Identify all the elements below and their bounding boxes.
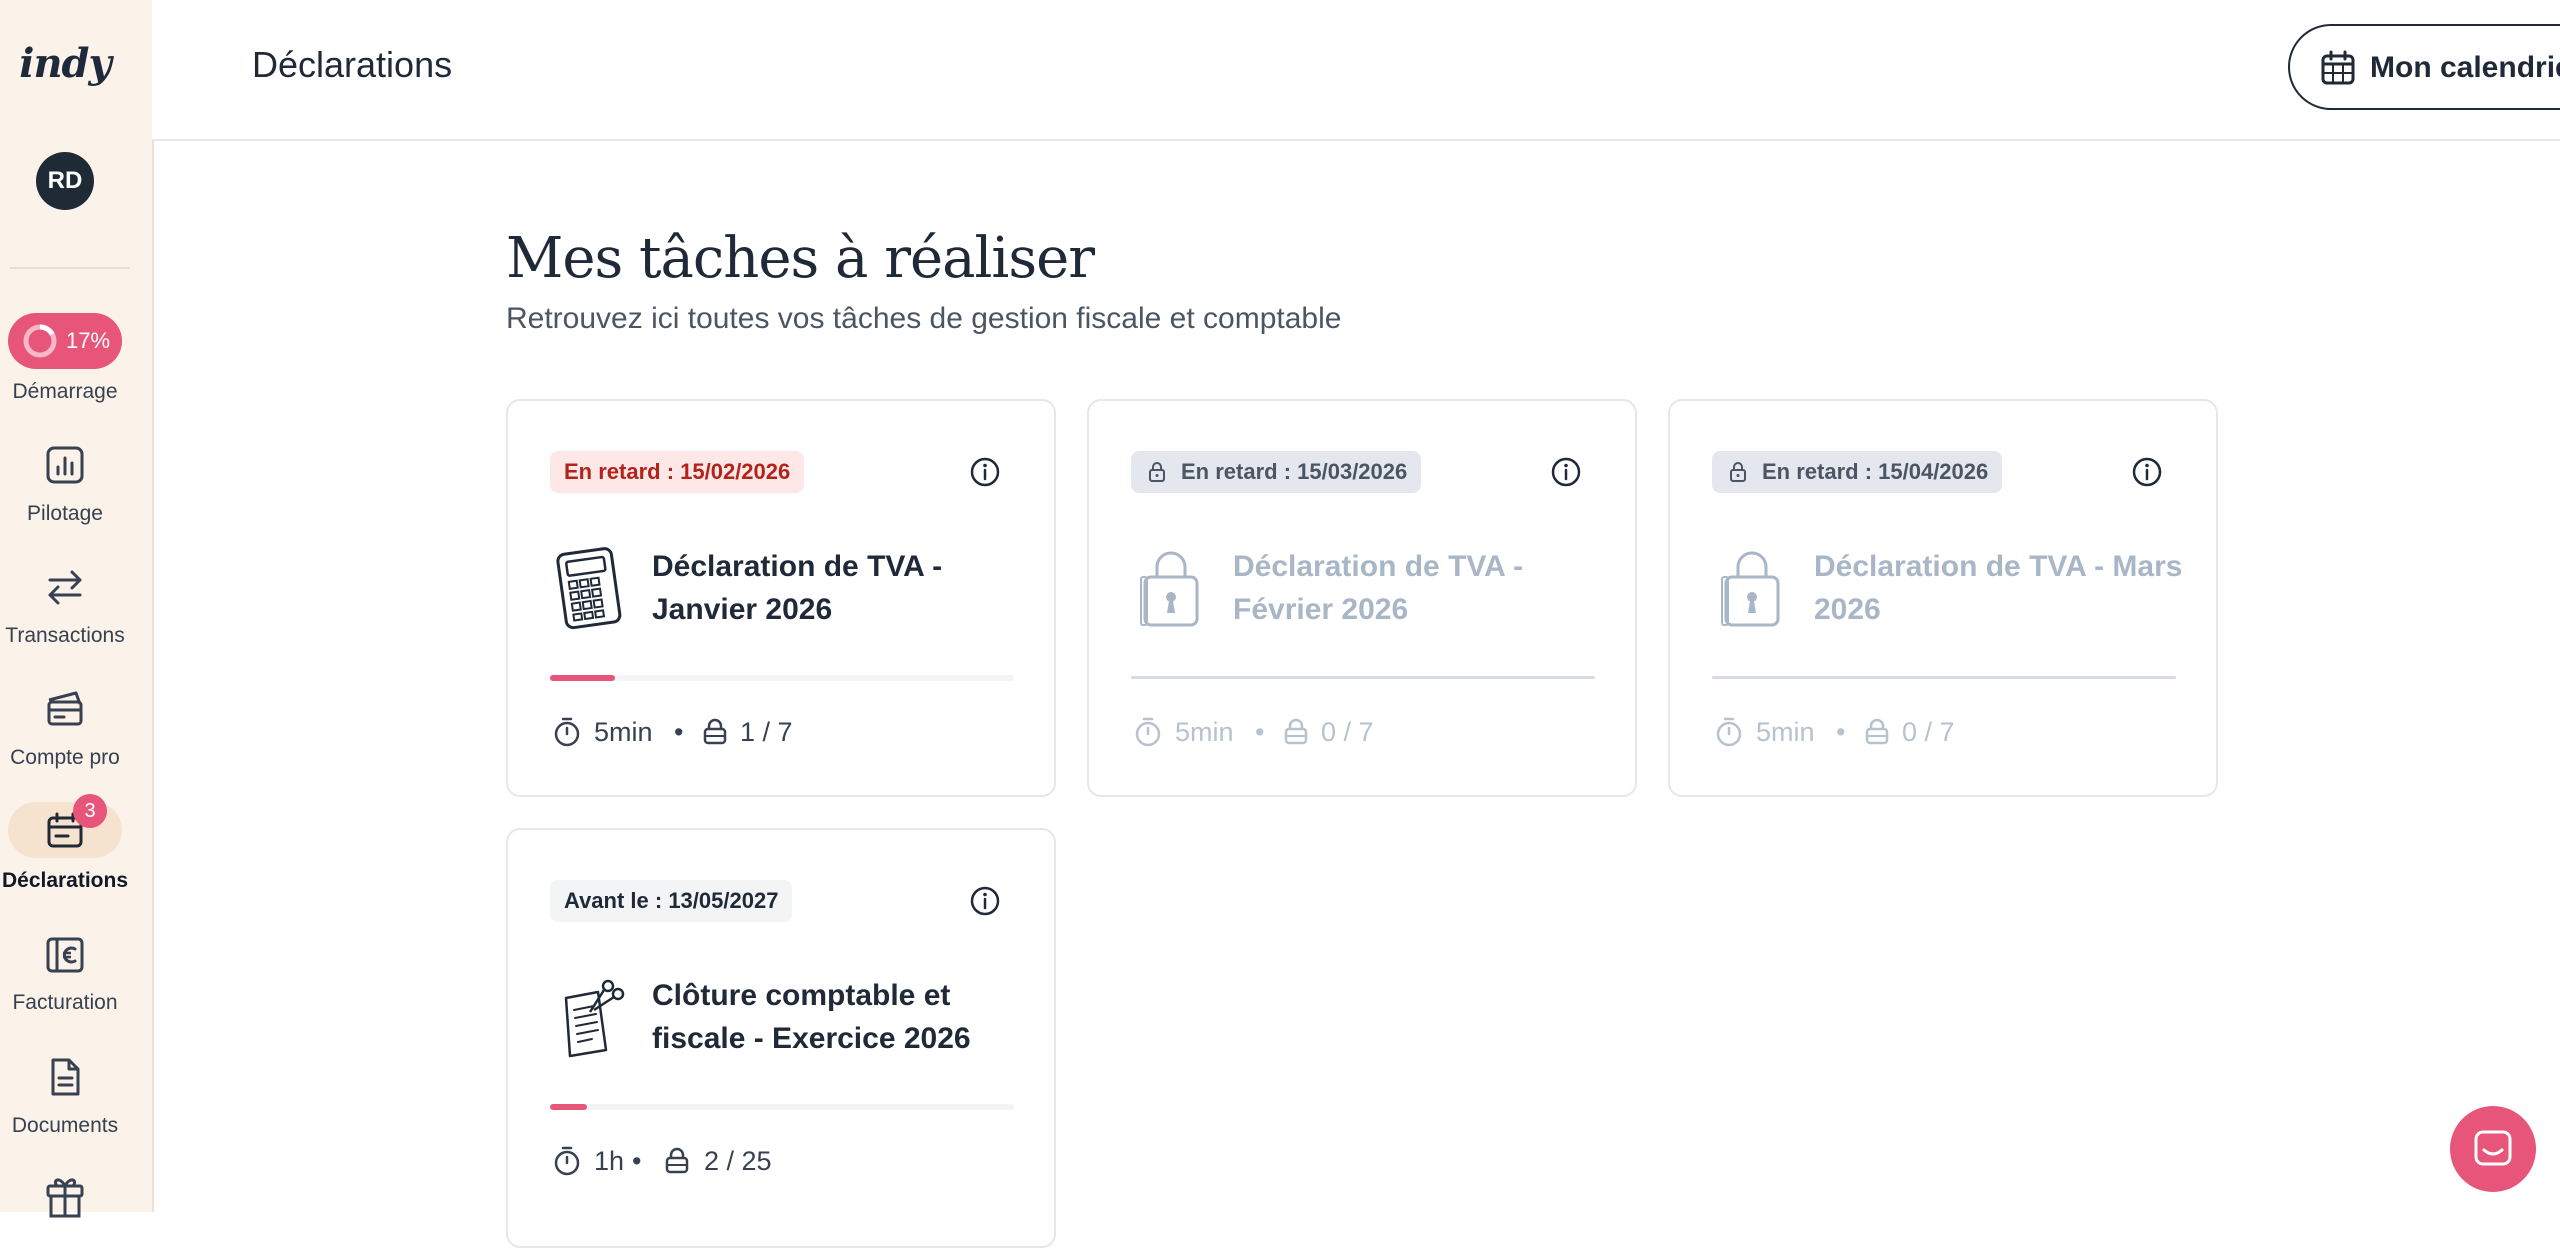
- lock-icon: [1149, 462, 1165, 482]
- euro-doc-icon[interactable]: [40, 930, 90, 980]
- task-title: Déclaration de TVA - Mars 2026: [1814, 550, 2183, 626]
- task-progress-bar: [550, 675, 1014, 681]
- task-progress-fill: [550, 1104, 588, 1110]
- gift-icon[interactable]: [40, 1172, 90, 1222]
- due-date-label: En retard : 15/03/2026: [1181, 459, 1408, 484]
- task-steps: 1 / 7: [740, 717, 793, 747]
- swap-arrows-icon[interactable]: [40, 562, 90, 612]
- task-duration: 5min: [1175, 717, 1234, 747]
- due-date-tag: Avant le : 13/05/2027: [550, 880, 793, 922]
- lock-icon: [703, 718, 727, 745]
- task-steps: 0 / 7: [1902, 717, 1955, 747]
- task-card-cloture[interactable]: Avant le : 13/05/2027 Clôture comptable …: [506, 828, 1056, 1248]
- lock-icon: [1865, 718, 1889, 745]
- sidebar-item-compte-pro[interactable]: Compte pro: [0, 746, 130, 770]
- due-date-tag: En retard : 15/03/2026: [1131, 451, 1422, 493]
- task-duration: 5min: [1756, 717, 1815, 747]
- chat-icon: [2474, 1130, 2512, 1166]
- sidebar-item-pilotage[interactable]: Pilotage: [0, 502, 130, 526]
- task-steps: 0 / 7: [1321, 717, 1374, 747]
- page-title: Déclarations: [252, 44, 453, 85]
- due-date-tag: En retard : 15/02/2026: [550, 451, 805, 493]
- task-card-tva-fevrier[interactable]: En retard : 15/03/2026 Déclaration de TV…: [1087, 399, 1637, 797]
- task-progress-bar: [1131, 676, 1595, 679]
- lock-icon: [1730, 462, 1746, 482]
- due-date-label: En retard : 15/04/2026: [1762, 459, 1989, 484]
- chart-icon[interactable]: [40, 440, 90, 490]
- sidebar-item-transactions[interactable]: Transactions: [0, 624, 130, 648]
- task-steps: 2 / 25: [704, 1146, 772, 1176]
- task-card-tva-mars[interactable]: En retard : 15/04/2026 Déclaration de TV…: [1668, 399, 2218, 797]
- info-icon[interactable]: [968, 884, 1002, 918]
- task-title: Déclaration de TVA - Février 2026: [1233, 550, 1524, 626]
- sidebar: indy RD 17% Démarrage Pilotage Transacti…: [0, 0, 154, 1218]
- sidebar-item-demarrage[interactable]: Démarrage: [0, 380, 130, 404]
- lock-icon: [665, 1147, 689, 1174]
- task-progress-fill: [550, 675, 615, 681]
- stopwatch-icon: [1716, 717, 1742, 747]
- meta-separator: •: [1255, 717, 1265, 747]
- receipt-scissors-icon: [564, 979, 625, 1058]
- card-icon[interactable]: [40, 684, 90, 734]
- section-subtitle: Retrouvez ici toutes vos tâches de gesti…: [506, 302, 1342, 335]
- sidebar-item-documents[interactable]: Documents: [0, 1114, 130, 1138]
- task-duration: 1h: [594, 1146, 625, 1176]
- padlock-icon: [1140, 551, 1199, 627]
- meta-separator: •: [674, 717, 684, 747]
- calendar-grid-icon: [2321, 50, 2355, 85]
- due-date-tag: En retard : 15/04/2026: [1712, 451, 2003, 493]
- task-title[interactable]: Clôture comptable et fiscale - Exercice …: [652, 974, 1032, 1060]
- onboarding-progress-button[interactable]: 17%: [8, 313, 122, 369]
- lock-icon: [1284, 718, 1308, 745]
- calculator-icon: [556, 547, 622, 630]
- stopwatch-icon: [554, 717, 580, 747]
- sidebar-item-declarations[interactable]: Déclarations: [0, 869, 130, 893]
- avatar[interactable]: RD: [36, 152, 94, 210]
- info-icon[interactable]: [2130, 455, 2164, 489]
- top-header: Déclarations Mon calendrier: [152, 0, 2560, 141]
- progress-percent: 17%: [66, 328, 111, 353]
- calendar-button-label: Mon calendrier: [2370, 51, 2560, 84]
- declarations-badge: 3: [73, 794, 107, 828]
- stopwatch-icon: [1135, 717, 1161, 747]
- sidebar-item-facturation[interactable]: Facturation: [0, 991, 130, 1015]
- info-icon[interactable]: [968, 455, 1002, 489]
- sidebar-divider: [10, 267, 130, 269]
- info-icon[interactable]: [1549, 455, 1583, 489]
- task-progress-bar: [1712, 676, 2176, 679]
- padlock-icon: [1721, 551, 1780, 627]
- meta-separator: •: [632, 1146, 642, 1176]
- task-title[interactable]: Déclaration de TVA - Janvier 2026: [652, 545, 1032, 631]
- task-duration: 5min: [594, 717, 653, 747]
- progress-ring-icon: [23, 324, 57, 358]
- chat-support-button[interactable]: [2450, 1106, 2536, 1192]
- section-title: Mes tâches à réaliser: [506, 226, 1095, 291]
- document-icon[interactable]: [40, 1052, 90, 1102]
- task-card-tva-janvier[interactable]: En retard : 15/02/2026 Déclaration de TV…: [506, 399, 1056, 797]
- stopwatch-icon: [554, 1146, 580, 1176]
- meta-separator: •: [1836, 717, 1846, 747]
- calendar-button[interactable]: Mon calendrier: [2288, 24, 2560, 110]
- app-logo[interactable]: indy: [0, 40, 130, 87]
- task-progress-bar: [550, 1104, 1014, 1110]
